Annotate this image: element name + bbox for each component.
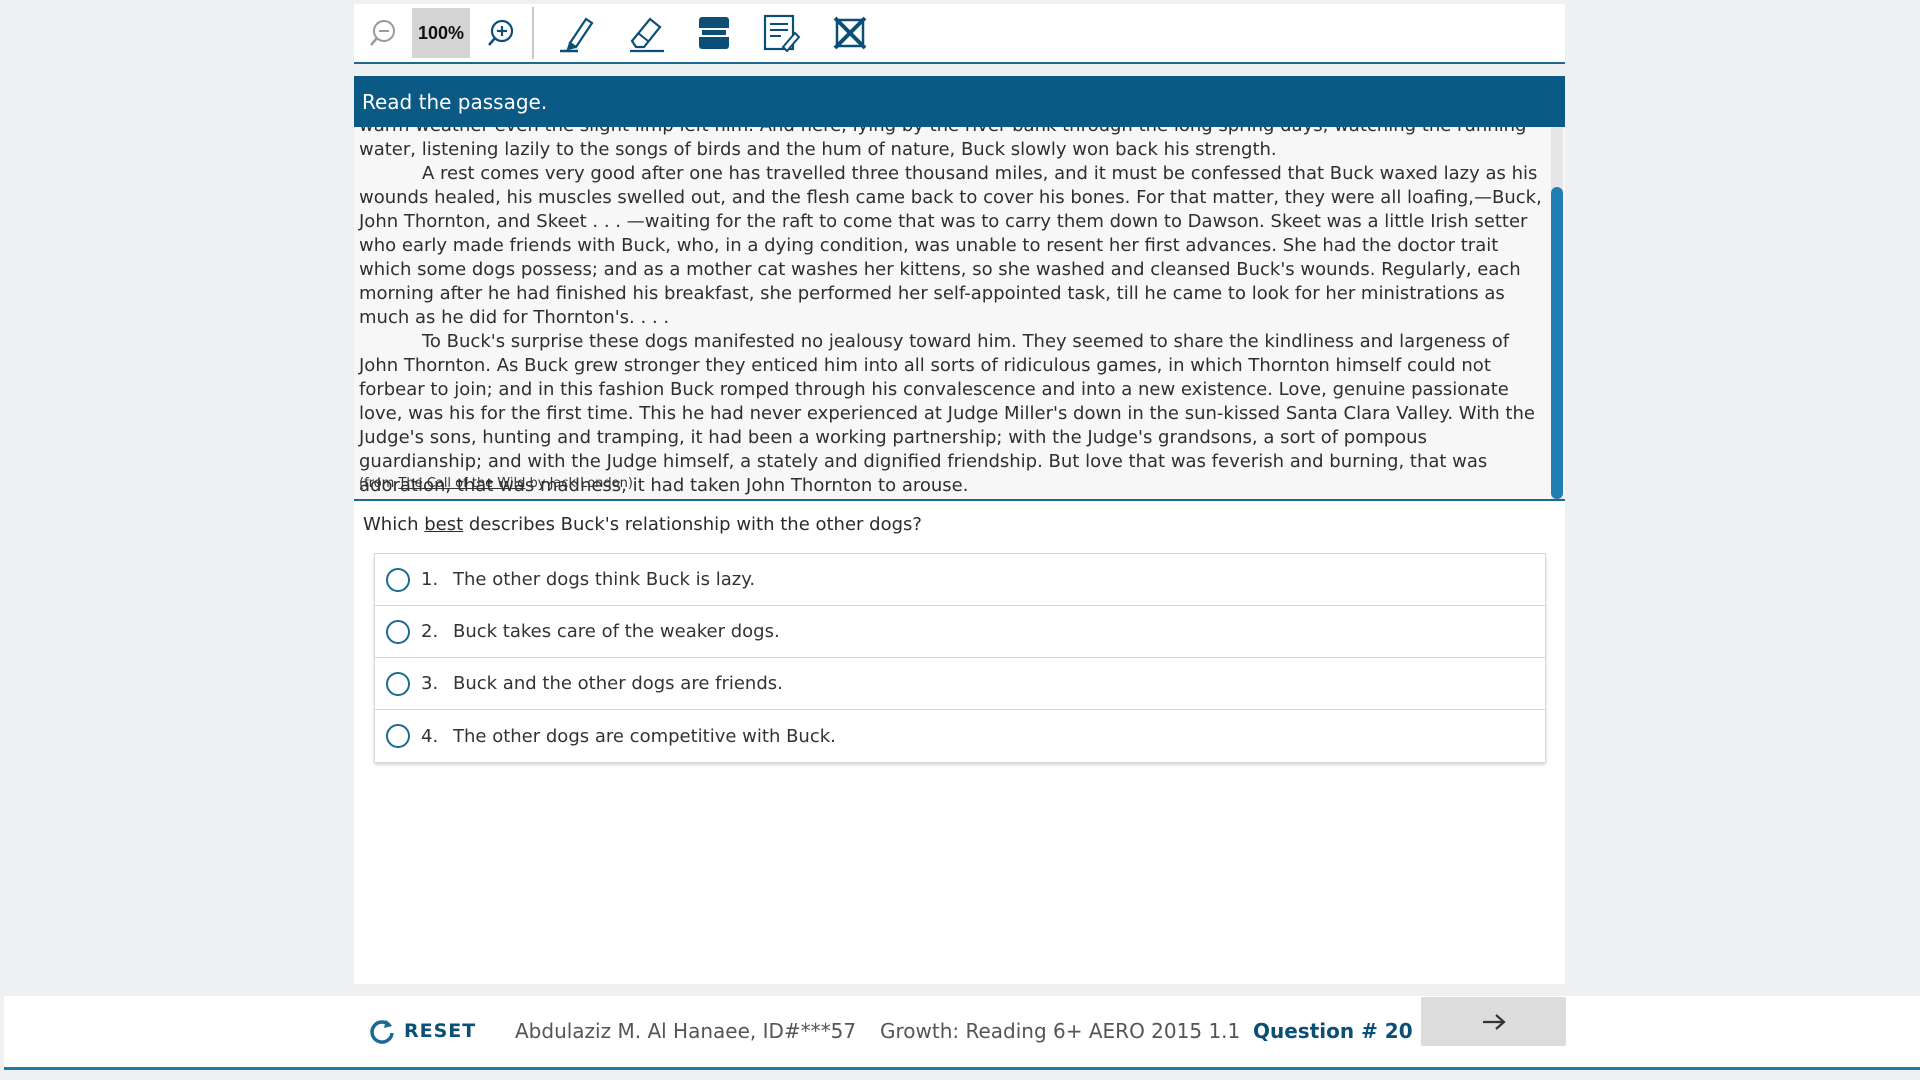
choice-number: 4. xyxy=(421,725,439,747)
citation-book-title: The Call of the Wild xyxy=(398,476,526,491)
choice-number: 2. xyxy=(421,621,439,642)
zoom-in-button[interactable] xyxy=(470,7,532,59)
question-prefix: Which xyxy=(363,514,425,535)
line-reader-icon xyxy=(699,17,729,49)
highlighter-button[interactable] xyxy=(544,7,612,59)
refresh-icon xyxy=(370,1020,394,1044)
radio-button[interactable] xyxy=(386,724,410,748)
passage-paragraph: warm weather even the slight limp left h… xyxy=(359,127,1526,160)
choice-number: 3. xyxy=(421,673,439,694)
zoom-in-icon xyxy=(488,19,514,46)
question-number: Question # 20 xyxy=(1253,1019,1413,1043)
footer-bar: RESET Abdulaziz M. Al Hanaee, ID#***57 G… xyxy=(4,996,1920,1070)
choice-number: 1. xyxy=(421,569,439,590)
passage-citation: (from The Call of the Wild by Jack Londo… xyxy=(359,476,633,491)
item-panel: Read the passage. warm weather even the … xyxy=(354,76,1565,984)
citation-prefix: (from xyxy=(359,476,399,491)
highlighter-icon xyxy=(560,17,594,53)
student-info: Abdulaziz M. Al Hanaee, ID#***57 xyxy=(515,1019,857,1043)
passage-text: warm weather even the slight limp left h… xyxy=(359,127,1544,498)
answer-choice-4[interactable]: 4. The other dogs are competitive with B… xyxy=(375,710,1545,762)
scrollbar-thumb[interactable] xyxy=(1551,187,1563,499)
choice-text: Buck and the other dogs are friends. xyxy=(453,673,783,694)
radio-button[interactable] xyxy=(386,567,410,592)
passage-paragraph: To Buck's surprise these dogs manifested… xyxy=(359,331,1535,496)
radio-button[interactable] xyxy=(386,671,410,696)
notepad-button[interactable] xyxy=(748,7,816,59)
answer-choice-2[interactable]: 2. Buck takes care of the weaker dogs. xyxy=(375,606,1545,658)
question-stem: Which best describes Buck's relationship… xyxy=(354,501,1565,553)
answer-eliminator-button[interactable] xyxy=(816,7,884,59)
passage-body[interactable]: warm weather even the slight limp left h… xyxy=(354,127,1565,501)
test-name: Growth: Reading 6+ AERO 2015 1.1 xyxy=(880,1019,1241,1043)
choice-text: The other dogs are competitive with Buck… xyxy=(453,725,836,747)
zoom-out-button[interactable] xyxy=(354,7,412,59)
arrow-right-icon xyxy=(1482,1013,1506,1030)
question-emphasis: best xyxy=(424,514,464,535)
choice-text: The other dogs think Buck is lazy. xyxy=(453,569,756,590)
notepad-icon xyxy=(763,14,801,53)
answer-choice-3[interactable]: 3. Buck and the other dogs are friends. xyxy=(375,658,1545,710)
answer-choice-1[interactable]: 1. The other dogs think Buck is lazy. xyxy=(375,554,1545,606)
question-suffix: describes Buck's relationship with the o… xyxy=(463,514,922,535)
next-button[interactable] xyxy=(1421,997,1566,1046)
citation-suffix: by Jack London) xyxy=(525,476,633,491)
reset-button[interactable]: RESET xyxy=(368,996,476,1066)
answer-choices: 1. The other dogs think Buck is lazy. 2.… xyxy=(374,553,1546,763)
choice-text: Buck takes care of the weaker dogs. xyxy=(453,621,780,642)
passage-paragraph: A rest comes very good after one has tra… xyxy=(359,163,1542,328)
line-reader-button[interactable] xyxy=(680,7,748,59)
eraser-button[interactable] xyxy=(612,7,680,59)
passage-header: Read the passage. xyxy=(354,76,1565,127)
answer-eliminator-icon xyxy=(833,16,867,50)
zoom-level: 100% xyxy=(412,8,470,58)
toolbar-separator xyxy=(532,7,534,59)
zoom-out-icon xyxy=(370,20,395,46)
radio-button[interactable] xyxy=(386,619,410,644)
toolbar: 100% xyxy=(354,4,1565,64)
reset-label: RESET xyxy=(404,1020,477,1042)
eraser-icon xyxy=(630,17,664,53)
